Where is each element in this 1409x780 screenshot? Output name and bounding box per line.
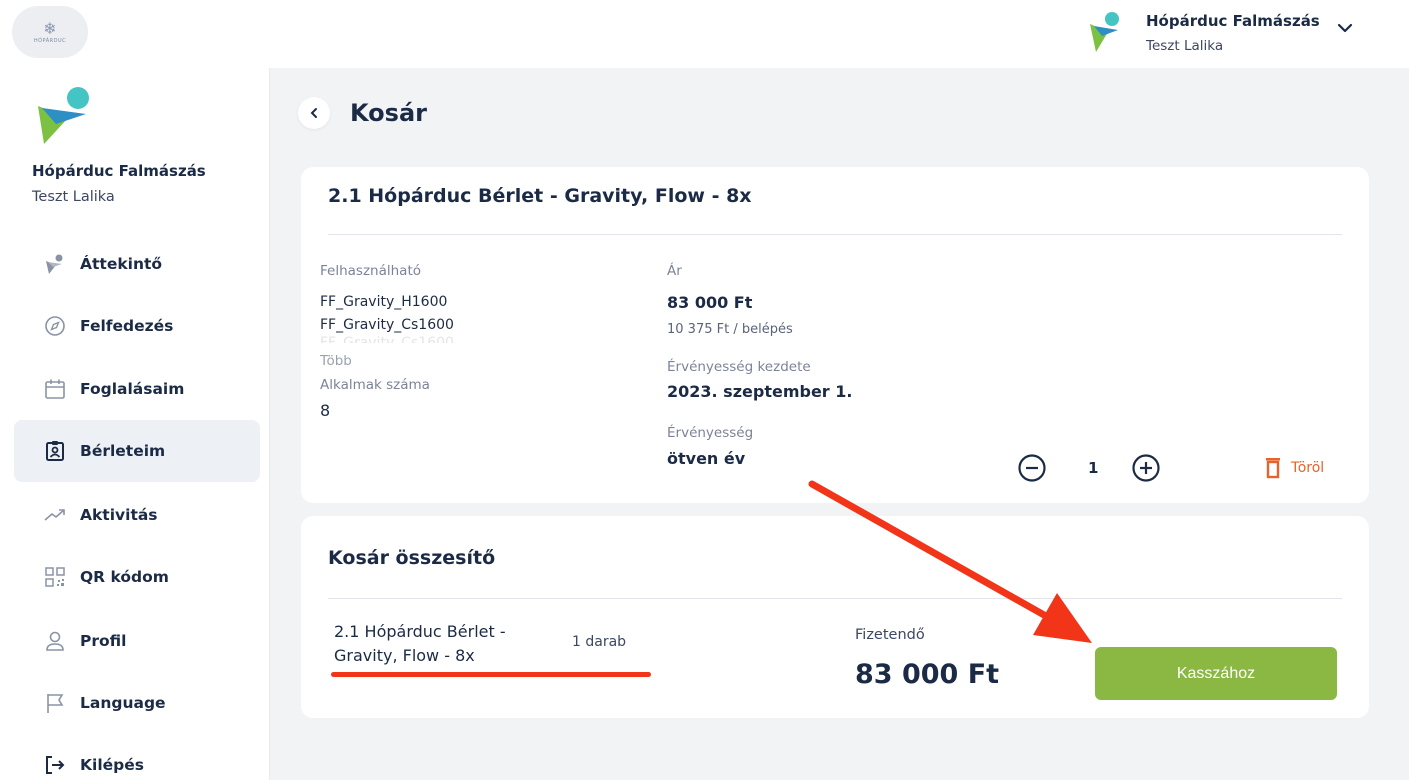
usable-label: Felhasználható bbox=[320, 263, 421, 279]
sidebar-item-berleteim[interactable]: Bérleteim bbox=[14, 420, 260, 482]
sidebar-item-label: Language bbox=[80, 694, 166, 712]
sidebar-item-aktivitas[interactable]: Aktivitás bbox=[14, 484, 260, 546]
sidebar-item-qr-kodom[interactable]: QR kódom bbox=[14, 546, 260, 608]
chevron-down-icon[interactable] bbox=[1336, 22, 1354, 34]
sidebar-item-label: Felfedezés bbox=[80, 317, 174, 335]
sidebar-item-label: Foglalásaim bbox=[80, 380, 185, 398]
sidebar-item-language[interactable]: Language bbox=[14, 672, 260, 734]
sidebar-item-label: Áttekintő bbox=[80, 255, 163, 273]
top-bar: ❄ HÓPÁRDUC Hópárduc Falmászás Teszt Lali… bbox=[0, 0, 1409, 68]
sidebar-item-label: Profil bbox=[80, 632, 127, 650]
cart-summary-card: Kosár összesítő 2.1 Hópárduc Bérlet - Gr… bbox=[301, 516, 1369, 718]
divider bbox=[328, 598, 1342, 599]
calendar-icon bbox=[44, 378, 66, 400]
sidebar-user-name: Teszt Lalika bbox=[32, 189, 115, 205]
logout-icon bbox=[44, 754, 66, 776]
usable-value: FF_Gravity_Cs1600 bbox=[320, 317, 454, 333]
payable-total: 83 000 Ft bbox=[855, 659, 1000, 690]
sidebar-item-felfedezes[interactable]: Felfedezés bbox=[14, 295, 260, 357]
sidebar-item-attekinto[interactable]: Áttekintő bbox=[14, 233, 260, 295]
chevron-left-icon bbox=[310, 108, 317, 118]
page-title: Kosár bbox=[350, 99, 427, 127]
sidebar-item-label: Kilépés bbox=[80, 756, 144, 774]
brand-climber-icon bbox=[38, 87, 89, 144]
sessions-label: Alkalmak száma bbox=[320, 377, 430, 393]
compass-icon bbox=[44, 315, 66, 337]
delete-label: Töröl bbox=[1291, 460, 1325, 476]
summary-item-name: 2.1 Hópárduc Bérlet - Gravity, Flow - 8x bbox=[334, 622, 506, 665]
usable-value-faded: FF_Gravity_Cs1600 bbox=[320, 335, 454, 343]
trash-icon bbox=[1266, 458, 1280, 479]
sidebar-item-label: QR kódom bbox=[80, 568, 169, 586]
brand-climber-icon bbox=[1090, 12, 1119, 52]
summary-title: Kosár összesítő bbox=[328, 547, 496, 569]
flag-icon bbox=[44, 692, 66, 714]
trend-icon bbox=[44, 504, 66, 526]
payable-label: Fizetendő bbox=[855, 627, 925, 643]
validity-value: ötven év bbox=[667, 449, 746, 468]
user-icon bbox=[44, 630, 66, 652]
back-button[interactable] bbox=[298, 97, 330, 129]
logo-text: HÓPÁRDUC bbox=[33, 37, 67, 44]
delete-button[interactable]: Töröl bbox=[1265, 457, 1324, 479]
plus-circle-icon bbox=[1132, 454, 1160, 482]
valid-from-label: Érvényesség kezdete bbox=[667, 359, 811, 375]
sidebar-item-foglalasaim[interactable]: Foglalásaim bbox=[14, 358, 260, 420]
header-user-name: Teszt Lalika bbox=[1146, 38, 1224, 54]
sidebar-item-label: Aktivitás bbox=[80, 506, 158, 524]
sidebar-item-kilepes[interactable]: Kilépés bbox=[14, 734, 260, 780]
increase-quantity-button[interactable] bbox=[1131, 453, 1161, 483]
sidebar-org-name: Hópárduc Falmászás bbox=[32, 162, 206, 180]
quantity-value: 1 bbox=[1088, 459, 1099, 477]
pass-icon bbox=[44, 440, 66, 462]
validity-label: Érvényesség bbox=[667, 425, 754, 441]
price-label: Ár bbox=[667, 263, 682, 279]
user-menu[interactable]: Hópárduc Falmászás Teszt Lalika bbox=[1088, 6, 1388, 62]
decrease-quantity-button[interactable] bbox=[1017, 453, 1047, 483]
price-value: 83 000 Ft bbox=[667, 293, 753, 312]
annotation-underline bbox=[331, 672, 651, 677]
climber-icon bbox=[44, 253, 66, 275]
checkout-button[interactable]: Kasszához bbox=[1095, 647, 1337, 700]
sidebar: Hópárduc Falmászás Teszt Lalika Áttekint… bbox=[0, 68, 270, 780]
qr-icon bbox=[44, 566, 66, 588]
cart-item-card: 2.1 Hópárduc Bérlet - Gravity, Flow - 8x… bbox=[301, 167, 1369, 503]
header-org-name: Hópárduc Falmászás bbox=[1146, 12, 1320, 30]
summary-item-qty: 1 darab bbox=[572, 634, 627, 650]
sidebar-item-profil[interactable]: Profil bbox=[14, 610, 260, 672]
valid-from-value: 2023. szeptember 1. bbox=[667, 382, 853, 401]
snow-leopard-icon: ❄ bbox=[43, 18, 57, 38]
more-link[interactable]: Több bbox=[320, 353, 352, 369]
usable-value: FF_Gravity_H1600 bbox=[320, 294, 448, 310]
cart-item-title: 2.1 Hópárduc Bérlet - Gravity, Flow - 8x bbox=[328, 185, 752, 207]
price-per-entry: 10 375 Ft / belépés bbox=[667, 322, 793, 337]
sessions-value: 8 bbox=[320, 401, 331, 420]
sidebar-item-label: Bérleteim bbox=[80, 442, 166, 460]
minus-circle-icon bbox=[1018, 454, 1046, 482]
brand-logo[interactable]: ❄ HÓPÁRDUC bbox=[12, 6, 88, 58]
divider bbox=[328, 234, 1342, 235]
